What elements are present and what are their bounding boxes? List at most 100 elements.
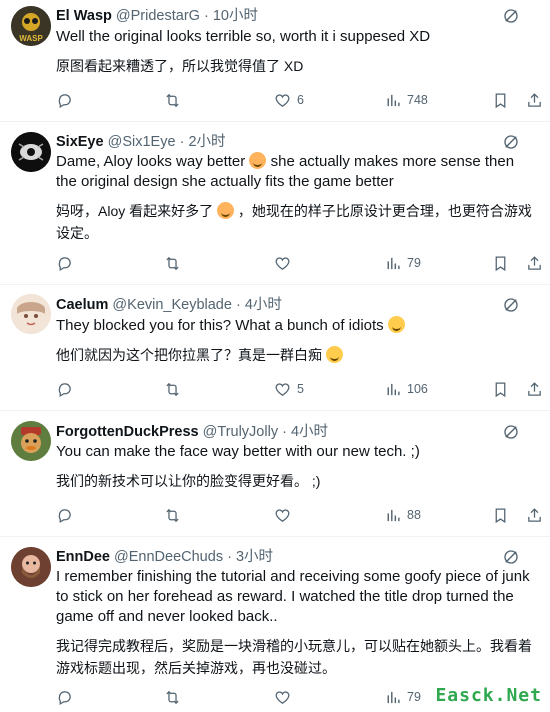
user-name[interactable]: SixEye — [56, 134, 104, 150]
avatar[interactable] — [11, 132, 51, 172]
views-icon — [384, 507, 401, 524]
views-button[interactable]: 88 — [384, 505, 421, 525]
view-count: 79 — [407, 690, 421, 704]
separator-dot: · — [203, 8, 209, 24]
bookmark-icon — [492, 381, 509, 398]
bookmark-button[interactable] — [492, 90, 509, 110]
tweet-header: El Wasp @PridestarG · 10小时 — [56, 7, 510, 25]
bookmark-button[interactable] — [492, 253, 509, 273]
tweet-card[interactable]: WASP El Wasp @PridestarG · 10小时 Well the… — [0, 0, 550, 122]
user-handle[interactable]: @PridestarG — [116, 8, 200, 24]
tweet-card[interactable]: ForgottenDuckPress @TrulyJolly · 4小时 You… — [0, 411, 550, 537]
bookmark-button[interactable] — [492, 379, 509, 399]
reply-button[interactable] — [56, 505, 73, 525]
view-count: 748 — [407, 93, 428, 107]
translation-part: 妈呀，Aloy 看起来好多了 — [56, 203, 214, 219]
repost-button[interactable] — [164, 379, 181, 399]
tweet-translation: 他们就因为这个把你拉黑了？真是一群白痴 — [56, 344, 532, 366]
tweet-text-part: Dame, Aloy looks way better — [56, 153, 246, 170]
grok-icon[interactable] — [502, 548, 520, 566]
translation-part: 他们就因为这个把你拉黑了？真是一群白痴 — [56, 347, 322, 363]
reply-button[interactable] — [56, 379, 73, 399]
tweet-card[interactable]: SixEye @Six1Eye · 2小时 Dame, Aloy looks w… — [0, 122, 550, 285]
user-name[interactable]: Caelum — [56, 297, 108, 313]
views-icon — [384, 689, 401, 706]
timestamp[interactable]: 4小时 — [245, 297, 282, 313]
user-handle[interactable]: @Six1Eye — [108, 134, 176, 150]
tweet-body: Dame, Aloy looks way better she actually… — [56, 152, 532, 244]
reply-icon — [56, 255, 73, 272]
tweet-translation: 妈呀，Aloy 看起来好多了 ，她现在的样子比原设计更合理，也更符合游戏设定。 — [56, 200, 532, 244]
views-button[interactable]: 748 — [384, 90, 428, 110]
timestamp[interactable]: 4小时 — [291, 424, 328, 440]
repost-icon — [164, 507, 181, 524]
reply-button[interactable] — [56, 687, 73, 707]
grok-icon[interactable] — [502, 133, 520, 151]
like-button[interactable]: 6 — [274, 90, 304, 110]
views-icon — [384, 381, 401, 398]
repost-icon — [164, 689, 181, 706]
timestamp[interactable]: 10小时 — [213, 8, 258, 24]
reply-button[interactable] — [56, 253, 73, 273]
tweet-translation: 我记得完成教程后，奖励是一块滑稽的小玩意儿，可以贴在她额头上。我看着游戏标题出现… — [56, 638, 532, 676]
user-handle[interactable]: @TrulyJolly — [203, 424, 278, 440]
repost-button[interactable] — [164, 687, 181, 707]
user-handle[interactable]: @EnnDeeChuds — [114, 549, 223, 565]
views-button[interactable]: 79 — [384, 687, 421, 707]
tweet-body: Well the original looks terrible so, wor… — [56, 27, 532, 77]
grok-icon[interactable] — [502, 423, 520, 441]
anime-avatar-icon — [11, 294, 51, 334]
reply-icon — [56, 381, 73, 398]
separator-dot: · — [235, 297, 241, 313]
like-button[interactable] — [274, 253, 291, 273]
share-icon — [526, 92, 543, 109]
heart-icon — [274, 381, 291, 398]
bookmark-button[interactable] — [492, 505, 509, 525]
user-name[interactable]: ForgottenDuckPress — [56, 424, 199, 440]
svg-text:WASP: WASP — [19, 34, 43, 43]
tweet-text: You can make the face way better with ou… — [56, 443, 420, 460]
like-button[interactable]: 5 — [274, 379, 304, 399]
bookmark-icon — [492, 255, 509, 272]
share-icon — [526, 507, 543, 524]
share-button[interactable] — [526, 253, 543, 273]
like-button[interactable] — [274, 505, 291, 525]
duck-avatar-icon — [11, 421, 51, 461]
views-icon — [384, 255, 401, 272]
repost-button[interactable] — [164, 253, 181, 273]
user-name[interactable]: EnnDee — [56, 549, 110, 565]
reply-icon — [56, 689, 73, 706]
heart-icon — [274, 255, 291, 272]
grok-icon[interactable] — [502, 7, 520, 25]
user-handle[interactable]: @Kevin_Keyblade — [112, 297, 232, 313]
avatar[interactable]: WASP — [11, 6, 51, 46]
laughing-emoji-icon — [387, 316, 405, 333]
repost-icon — [164, 92, 181, 109]
share-button[interactable] — [526, 90, 543, 110]
wasp-logo-icon: WASP — [11, 6, 51, 46]
timestamp[interactable]: 3小时 — [236, 549, 273, 565]
reply-button[interactable] — [56, 90, 73, 110]
share-button[interactable] — [526, 505, 543, 525]
avatar[interactable] — [11, 547, 51, 587]
like-button[interactable] — [274, 687, 291, 707]
tweet-text: I remember finishing the tutorial and re… — [56, 568, 530, 625]
avatar[interactable] — [11, 421, 51, 461]
user-name[interactable]: El Wasp — [56, 8, 112, 24]
repost-button[interactable] — [164, 505, 181, 525]
heart-icon — [274, 507, 291, 524]
share-button[interactable] — [526, 379, 543, 399]
bearded-man-avatar-icon — [11, 547, 51, 587]
timestamp[interactable]: 2小时 — [188, 134, 225, 150]
views-button[interactable]: 106 — [384, 379, 428, 399]
grok-icon[interactable] — [502, 296, 520, 314]
avatar[interactable] — [11, 294, 51, 334]
watermark: Easck.Net — [435, 685, 542, 706]
separator-dot: · — [282, 424, 287, 440]
heart-icon — [274, 689, 291, 706]
repost-button[interactable] — [164, 90, 181, 110]
reply-icon — [56, 507, 73, 524]
views-button[interactable]: 79 — [384, 253, 421, 273]
repost-icon — [164, 381, 181, 398]
tweet-card[interactable]: Caelum @Kevin_Keyblade · 4小时 They blocke… — [0, 285, 550, 411]
